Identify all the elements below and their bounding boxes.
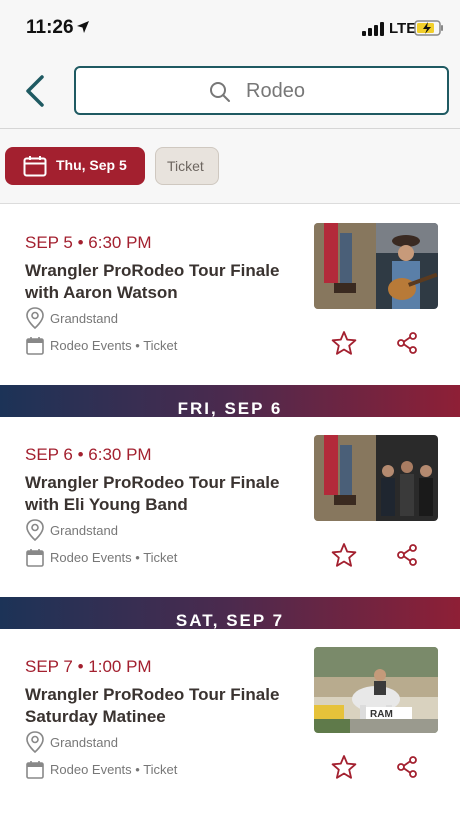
event-date-time: SEP 7 • 1:00 PM bbox=[25, 657, 152, 676]
signal-icon bbox=[362, 22, 384, 36]
event-card[interactable]: SEP 5 • 6:30 PM Wrangler ProRodeo Tour F… bbox=[0, 205, 460, 367]
event-venue: Grandstand bbox=[50, 523, 118, 538]
status-time: 11:26 bbox=[26, 17, 74, 38]
event-photo: RAM bbox=[314, 647, 438, 733]
share-icon[interactable] bbox=[395, 755, 419, 779]
search-input[interactable] bbox=[246, 76, 426, 106]
event-category: Rodeo Events • Ticket bbox=[50, 550, 178, 565]
event-date-time: SEP 6 • 6:30 PM bbox=[25, 445, 152, 464]
battery-charging-icon bbox=[414, 20, 443, 36]
search-header bbox=[0, 56, 460, 129]
network-label: LTE bbox=[389, 20, 417, 37]
search-icon bbox=[210, 82, 230, 102]
favorite-star-icon[interactable] bbox=[331, 330, 357, 356]
search-field[interactable] bbox=[74, 66, 449, 115]
calendar-icon bbox=[23, 156, 47, 177]
date-filter-label: Thu, Sep 5 bbox=[56, 157, 127, 173]
event-category: Rodeo Events • Ticket bbox=[50, 762, 178, 777]
favorite-star-icon[interactable] bbox=[331, 542, 357, 568]
event-title: Wrangler ProRodeo Tour Finale Saturday M… bbox=[25, 685, 280, 726]
calendar-icon bbox=[26, 337, 44, 355]
sponsor-banner: RAM bbox=[370, 709, 393, 720]
event-card[interactable]: SEP 7 • 1:00 PM Wrangler ProRodeo Tour F… bbox=[0, 629, 460, 791]
event-date-time: SEP 5 • 6:30 PM bbox=[25, 233, 152, 252]
location-arrow-icon bbox=[77, 21, 89, 33]
calendar-icon bbox=[26, 761, 44, 779]
favorite-star-icon[interactable] bbox=[331, 754, 357, 780]
event-title: Wrangler ProRodeo Tour Finale with Eli Y… bbox=[25, 473, 280, 514]
event-photo bbox=[314, 223, 438, 309]
event-title: Wrangler ProRodeo Tour Finale with Aaron… bbox=[25, 261, 280, 302]
event-venue: Grandstand bbox=[50, 735, 118, 750]
ticket-filter-label: Ticket bbox=[167, 158, 204, 174]
location-pin-icon bbox=[26, 519, 44, 541]
filter-bar: Thu, Sep 5 Ticket bbox=[0, 129, 460, 204]
location-pin-icon bbox=[26, 731, 44, 753]
date-filter-chip[interactable]: Thu, Sep 5 bbox=[5, 147, 145, 185]
ticket-filter-chip[interactable]: Ticket bbox=[155, 147, 219, 185]
event-category: Rodeo Events • Ticket bbox=[50, 338, 178, 353]
day-header-label: FRI, SEP 6 bbox=[177, 399, 283, 418]
back-chevron-icon[interactable] bbox=[20, 74, 52, 108]
day-header-label: SAT, SEP 7 bbox=[175, 611, 285, 630]
event-card[interactable]: SEP 6 • 6:30 PM Wrangler ProRodeo Tour F… bbox=[0, 417, 460, 579]
event-photo bbox=[314, 435, 438, 521]
location-pin-icon bbox=[26, 307, 44, 329]
calendar-icon bbox=[26, 549, 44, 567]
status-bar: 11:26 LTE bbox=[0, 0, 460, 56]
share-icon[interactable] bbox=[395, 331, 419, 355]
share-icon[interactable] bbox=[395, 543, 419, 567]
event-venue: Grandstand bbox=[50, 311, 118, 326]
